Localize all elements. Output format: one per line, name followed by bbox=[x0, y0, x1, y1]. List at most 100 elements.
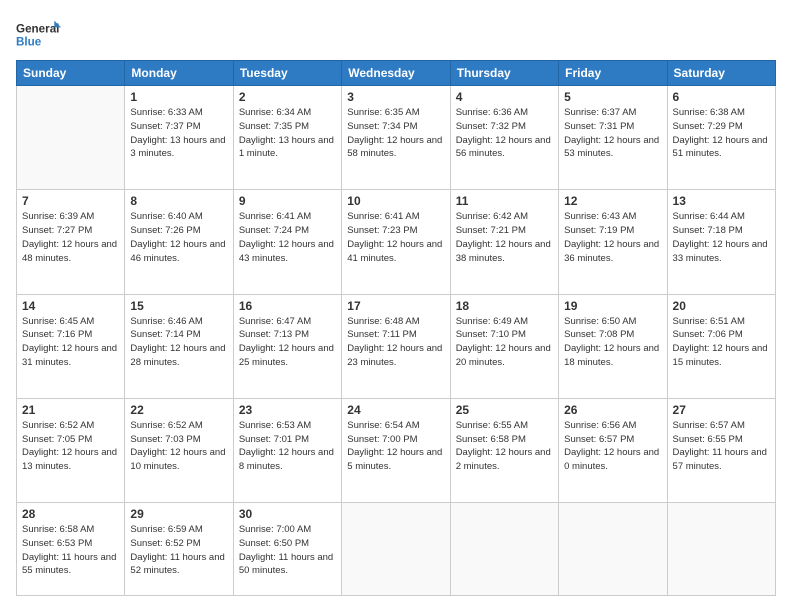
day-number: 28 bbox=[22, 507, 119, 521]
calendar-cell: 22 Sunrise: 6:52 AM Sunset: 7:03 PM Dayli… bbox=[125, 398, 233, 502]
day-number: 22 bbox=[130, 403, 227, 417]
day-info: Sunrise: 6:50 AM Sunset: 7:08 PM Dayligh… bbox=[564, 315, 661, 370]
calendar-cell bbox=[17, 86, 125, 190]
calendar-cell: 12 Sunrise: 6:43 AM Sunset: 7:19 PM Dayli… bbox=[559, 190, 667, 294]
day-info: Sunrise: 6:35 AM Sunset: 7:34 PM Dayligh… bbox=[347, 106, 444, 161]
weekday-header-row: SundayMondayTuesdayWednesdayThursdayFrid… bbox=[17, 61, 776, 86]
day-number: 25 bbox=[456, 403, 553, 417]
calendar-cell: 7Sunrise: 6:39 AM Sunset: 7:27 PM Daylig… bbox=[17, 190, 125, 294]
calendar-week-1: 7Sunrise: 6:39 AM Sunset: 7:27 PM Daylig… bbox=[17, 190, 776, 294]
day-info: Sunrise: 6:40 AM Sunset: 7:26 PM Dayligh… bbox=[130, 210, 227, 265]
day-number: 4 bbox=[456, 90, 553, 104]
day-number: 12 bbox=[564, 194, 661, 208]
calendar-cell: 3Sunrise: 6:35 AM Sunset: 7:34 PM Daylig… bbox=[342, 86, 450, 190]
day-number: 7 bbox=[22, 194, 119, 208]
calendar-cell: 25 Sunrise: 6:55 AM Sunset: 6:58 PM Dayli… bbox=[450, 398, 558, 502]
calendar-cell: 8 Sunrise: 6:40 AM Sunset: 7:26 PM Daylig… bbox=[125, 190, 233, 294]
day-info: Sunrise: 6:51 AM Sunset: 7:06 PM Dayligh… bbox=[673, 315, 770, 370]
calendar-week-2: 14 Sunrise: 6:45 AM Sunset: 7:16 PM Dayli… bbox=[17, 294, 776, 398]
day-number: 10 bbox=[347, 194, 444, 208]
calendar-cell: 14 Sunrise: 6:45 AM Sunset: 7:16 PM Dayli… bbox=[17, 294, 125, 398]
day-number: 20 bbox=[673, 299, 770, 313]
day-number: 9 bbox=[239, 194, 336, 208]
calendar-cell: 2 Sunrise: 6:34 AM Sunset: 7:35 PM Daylig… bbox=[233, 86, 341, 190]
calendar-cell bbox=[559, 503, 667, 596]
day-info: Sunrise: 6:37 AM Sunset: 7:31 PM Dayligh… bbox=[564, 106, 661, 161]
day-info: Sunrise: 7:00 AM Sunset: 6:50 PM Dayligh… bbox=[239, 523, 336, 578]
day-number: 17 bbox=[347, 299, 444, 313]
day-info: Sunrise: 6:48 AM Sunset: 7:11 PM Dayligh… bbox=[347, 315, 444, 370]
calendar-cell: 17 Sunrise: 6:48 AM Sunset: 7:11 PM Dayli… bbox=[342, 294, 450, 398]
day-number: 6 bbox=[673, 90, 770, 104]
calendar-cell: 6 Sunrise: 6:38 AM Sunset: 7:29 PM Daylig… bbox=[667, 86, 775, 190]
calendar-cell: 21 Sunrise: 6:52 AM Sunset: 7:05 PM Dayli… bbox=[17, 398, 125, 502]
calendar-cell bbox=[667, 503, 775, 596]
weekday-header-thursday: Thursday bbox=[450, 61, 558, 86]
day-info: Sunrise: 6:36 AM Sunset: 7:32 PM Dayligh… bbox=[456, 106, 553, 161]
weekday-header-friday: Friday bbox=[559, 61, 667, 86]
day-info: Sunrise: 6:34 AM Sunset: 7:35 PM Dayligh… bbox=[239, 106, 336, 161]
day-info: Sunrise: 6:59 AM Sunset: 6:52 PM Dayligh… bbox=[130, 523, 227, 578]
calendar-cell: 4 Sunrise: 6:36 AM Sunset: 7:32 PM Daylig… bbox=[450, 86, 558, 190]
day-number: 11 bbox=[456, 194, 553, 208]
calendar-cell: 28 Sunrise: 6:58 AM Sunset: 6:53 PM Dayli… bbox=[17, 503, 125, 596]
weekday-header-sunday: Sunday bbox=[17, 61, 125, 86]
calendar-cell: 30 Sunrise: 7:00 AM Sunset: 6:50 PM Dayli… bbox=[233, 503, 341, 596]
calendar-cell bbox=[450, 503, 558, 596]
day-info: Sunrise: 6:41 AM Sunset: 7:24 PM Dayligh… bbox=[239, 210, 336, 265]
day-number: 23 bbox=[239, 403, 336, 417]
calendar-week-4: 28 Sunrise: 6:58 AM Sunset: 6:53 PM Dayli… bbox=[17, 503, 776, 596]
day-number: 30 bbox=[239, 507, 336, 521]
day-info: Sunrise: 6:53 AM Sunset: 7:01 PM Dayligh… bbox=[239, 419, 336, 474]
weekday-header-tuesday: Tuesday bbox=[233, 61, 341, 86]
day-number: 21 bbox=[22, 403, 119, 417]
day-info: Sunrise: 6:44 AM Sunset: 7:18 PM Dayligh… bbox=[673, 210, 770, 265]
calendar-cell: 1Sunrise: 6:33 AM Sunset: 7:37 PM Daylig… bbox=[125, 86, 233, 190]
day-number: 19 bbox=[564, 299, 661, 313]
day-number: 14 bbox=[22, 299, 119, 313]
day-number: 29 bbox=[130, 507, 227, 521]
day-info: Sunrise: 6:58 AM Sunset: 6:53 PM Dayligh… bbox=[22, 523, 119, 578]
day-info: Sunrise: 6:56 AM Sunset: 6:57 PM Dayligh… bbox=[564, 419, 661, 474]
calendar-cell: 26Sunrise: 6:56 AM Sunset: 6:57 PM Dayli… bbox=[559, 398, 667, 502]
day-info: Sunrise: 6:45 AM Sunset: 7:16 PM Dayligh… bbox=[22, 315, 119, 370]
calendar-table: SundayMondayTuesdayWednesdayThursdayFrid… bbox=[16, 60, 776, 596]
header: GeneralBlue bbox=[16, 16, 776, 52]
calendar-cell: 29 Sunrise: 6:59 AM Sunset: 6:52 PM Dayli… bbox=[125, 503, 233, 596]
svg-text:General: General bbox=[16, 22, 59, 35]
day-info: Sunrise: 6:49 AM Sunset: 7:10 PM Dayligh… bbox=[456, 315, 553, 370]
page: GeneralBlue SundayMondayTuesdayWednesday… bbox=[0, 0, 792, 612]
day-number: 1 bbox=[130, 90, 227, 104]
day-number: 8 bbox=[130, 194, 227, 208]
day-number: 18 bbox=[456, 299, 553, 313]
calendar-cell: 15Sunrise: 6:46 AM Sunset: 7:14 PM Dayli… bbox=[125, 294, 233, 398]
calendar-cell: 5 Sunrise: 6:37 AM Sunset: 7:31 PM Daylig… bbox=[559, 86, 667, 190]
day-number: 16 bbox=[239, 299, 336, 313]
calendar-week-3: 21 Sunrise: 6:52 AM Sunset: 7:05 PM Dayli… bbox=[17, 398, 776, 502]
day-info: Sunrise: 6:54 AM Sunset: 7:00 PM Dayligh… bbox=[347, 419, 444, 474]
calendar-cell: 20 Sunrise: 6:51 AM Sunset: 7:06 PM Dayli… bbox=[667, 294, 775, 398]
day-info: Sunrise: 6:43 AM Sunset: 7:19 PM Dayligh… bbox=[564, 210, 661, 265]
day-info: Sunrise: 6:52 AM Sunset: 7:03 PM Dayligh… bbox=[130, 419, 227, 474]
calendar-cell: 13 Sunrise: 6:44 AM Sunset: 7:18 PM Dayli… bbox=[667, 190, 775, 294]
day-info: Sunrise: 6:38 AM Sunset: 7:29 PM Dayligh… bbox=[673, 106, 770, 161]
day-info: Sunrise: 6:57 AM Sunset: 6:55 PM Dayligh… bbox=[673, 419, 770, 474]
calendar-cell bbox=[342, 503, 450, 596]
day-info: Sunrise: 6:52 AM Sunset: 7:05 PM Dayligh… bbox=[22, 419, 119, 474]
day-info: Sunrise: 6:55 AM Sunset: 6:58 PM Dayligh… bbox=[456, 419, 553, 474]
day-number: 2 bbox=[239, 90, 336, 104]
calendar-cell: 24 Sunrise: 6:54 AM Sunset: 7:00 PM Dayli… bbox=[342, 398, 450, 502]
day-number: 15 bbox=[130, 299, 227, 313]
calendar-cell: 11 Sunrise: 6:42 AM Sunset: 7:21 PM Dayli… bbox=[450, 190, 558, 294]
day-number: 24 bbox=[347, 403, 444, 417]
calendar-cell: 19 Sunrise: 6:50 AM Sunset: 7:08 PM Dayli… bbox=[559, 294, 667, 398]
calendar-cell: 23 Sunrise: 6:53 AM Sunset: 7:01 PM Dayli… bbox=[233, 398, 341, 502]
calendar-cell: 27 Sunrise: 6:57 AM Sunset: 6:55 PM Dayli… bbox=[667, 398, 775, 502]
day-number: 5 bbox=[564, 90, 661, 104]
weekday-header-monday: Monday bbox=[125, 61, 233, 86]
day-info: Sunrise: 6:42 AM Sunset: 7:21 PM Dayligh… bbox=[456, 210, 553, 265]
day-number: 27 bbox=[673, 403, 770, 417]
calendar-cell: 9 Sunrise: 6:41 AM Sunset: 7:24 PM Daylig… bbox=[233, 190, 341, 294]
calendar-week-0: 1Sunrise: 6:33 AM Sunset: 7:37 PM Daylig… bbox=[17, 86, 776, 190]
day-number: 13 bbox=[673, 194, 770, 208]
